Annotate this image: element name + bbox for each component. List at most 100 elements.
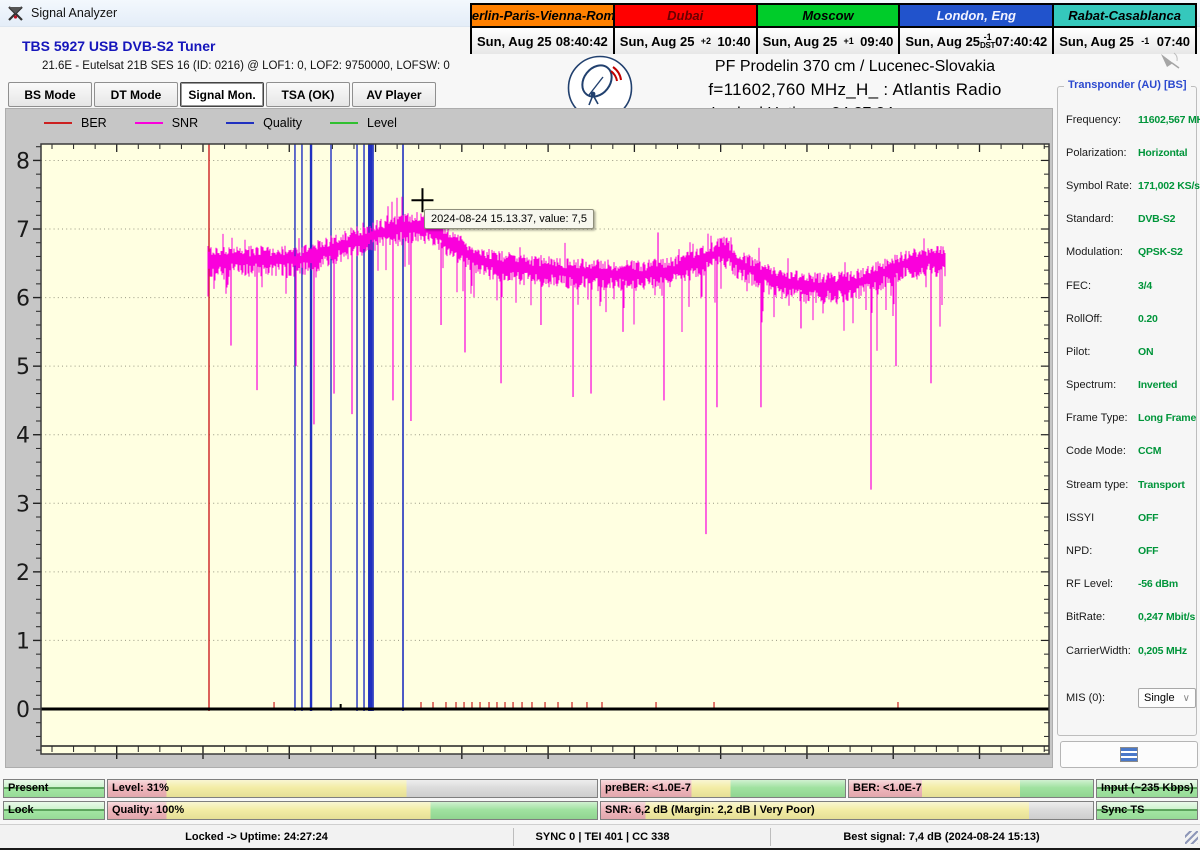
transponder-value: 3/4 bbox=[1138, 280, 1152, 292]
transponder-value: 0,205 MHz bbox=[1138, 645, 1187, 657]
preber-bar: preBER: <1.0E-7 bbox=[600, 779, 846, 798]
clock-date: Sun, Aug 25 bbox=[477, 34, 552, 49]
transponder-row: ISSYIOFF bbox=[1066, 501, 1196, 534]
tuner-info: 21.6E - Eutelsat 21B SES 16 (ID: 0216) @… bbox=[42, 60, 450, 72]
signal-mon-button[interactable]: Signal Mon. bbox=[180, 82, 264, 107]
signal-chart-panel: 012345678 BER SNR Quality Level bbox=[5, 108, 1053, 768]
svg-text:0: 0 bbox=[16, 698, 30, 723]
transponder-value: Transport bbox=[1138, 479, 1185, 491]
transponder-label: BitRate: bbox=[1066, 611, 1138, 623]
snr-swatch bbox=[135, 122, 163, 124]
transponder-label: Pilot: bbox=[1066, 346, 1138, 358]
transponder-label: NPD: bbox=[1066, 545, 1138, 557]
transponder-row: Spectrum:Inverted bbox=[1066, 369, 1196, 402]
satellite-dish-icon bbox=[1157, 52, 1183, 69]
transponder-label: Stream type: bbox=[1066, 479, 1138, 491]
transponder-value: Inverted bbox=[1138, 379, 1177, 391]
clock-offset: -1DST bbox=[980, 33, 995, 50]
mode-buttons: BS Mode DT Mode Signal Mon. TSA (OK) AV … bbox=[8, 82, 436, 107]
clock-city: London, Eng bbox=[900, 5, 1052, 26]
mis-label: MIS (0): bbox=[1066, 692, 1138, 704]
transponder-label: Polarization: bbox=[1066, 147, 1138, 159]
bs-mode-button[interactable]: BS Mode bbox=[8, 82, 92, 107]
transponder-row: Standard:DVB-S2 bbox=[1066, 203, 1196, 236]
mis-row: MIS (0): Single ∨ bbox=[1058, 688, 1196, 708]
list-icon bbox=[1120, 747, 1138, 762]
svg-text:7: 7 bbox=[16, 218, 30, 243]
transponder-row: FEC:3/4 bbox=[1066, 269, 1196, 302]
transponder-value: CCM bbox=[1138, 445, 1161, 457]
chevron-down-icon: ∨ bbox=[1183, 693, 1190, 704]
mis-select[interactable]: Single ∨ bbox=[1138, 688, 1196, 708]
transponder-row: Modulation:QPSK-S2 bbox=[1066, 236, 1196, 269]
level-bar: Level: 31% bbox=[107, 779, 598, 798]
transponder-label: Standard: bbox=[1066, 213, 1138, 225]
transponder-label: CarrierWidth: bbox=[1066, 645, 1138, 657]
clock-time: Sun, Aug 25 -1DST 07:40:42 bbox=[900, 28, 1052, 54]
transponder-row: Pilot:ON bbox=[1066, 335, 1196, 368]
transponder-rows: Frequency:11602,567 MHzPolarization:Hori… bbox=[1058, 87, 1196, 667]
transponder-label: FEC: bbox=[1066, 280, 1138, 292]
status-best-signal: Best signal: 7,4 dB (2024-08-24 15:13) bbox=[770, 825, 1185, 849]
status-divider bbox=[513, 828, 514, 846]
transponder-label: RollOff: bbox=[1066, 313, 1138, 325]
legend-quality: Quality bbox=[226, 116, 302, 130]
present-indicator: Present bbox=[3, 779, 105, 798]
input-indicator: Input (~235 Kbps) bbox=[1096, 779, 1198, 798]
transponder-value: 171,002 KS/s bbox=[1138, 180, 1200, 192]
device-name: TBS 5927 USB DVB-S2 Tuner bbox=[22, 38, 215, 54]
status-divider bbox=[770, 828, 771, 846]
chart-legend: BER SNR Quality Level bbox=[44, 116, 397, 130]
clock-time: Sun, Aug 25 +1 09:40 bbox=[758, 28, 899, 54]
svg-text:5: 5 bbox=[16, 355, 30, 380]
resize-grip[interactable] bbox=[1185, 831, 1198, 844]
mis-value: Single bbox=[1144, 692, 1175, 704]
quality-bar: Quality: 100% bbox=[107, 801, 598, 820]
svg-text:8: 8 bbox=[16, 149, 30, 174]
transponder-panel: Transponder (AU) [BS] Frequency:11602,56… bbox=[1057, 86, 1197, 736]
transponder-title: Transponder (AU) [BS] bbox=[1064, 79, 1191, 91]
transponder-row: Frame Type:Long Frame bbox=[1066, 402, 1196, 435]
clock-time: Sun, Aug 25 -1 07:40 bbox=[1054, 28, 1195, 54]
clock-date: Sun, Aug 25 bbox=[1059, 34, 1134, 49]
transponder-value: ON bbox=[1138, 346, 1153, 358]
clock-date: Sun, Aug 25 bbox=[763, 34, 838, 49]
legend-ber: BER bbox=[44, 116, 107, 130]
frequency-line: f=11602,760 MHz_H_ : Atlantis Radio bbox=[640, 78, 1070, 102]
clock-hhmm: 07:40 bbox=[1157, 34, 1190, 49]
clock-hhmm: 08:40:42 bbox=[556, 34, 608, 49]
transponder-value: Horizontal bbox=[1138, 147, 1187, 159]
clock-hhmm: 07:40:42 bbox=[995, 34, 1047, 49]
clock-date: Sun, Aug 25 bbox=[620, 34, 695, 49]
window-title: Signal Analyzer bbox=[31, 6, 117, 20]
transponder-list-button[interactable] bbox=[1060, 741, 1198, 768]
level-swatch bbox=[330, 122, 358, 124]
transponder-value: 0.20 bbox=[1138, 313, 1158, 325]
transponder-row: Code Mode:CCM bbox=[1066, 435, 1196, 468]
transponder-value: OFF bbox=[1138, 512, 1158, 524]
clock-city: Rabat-Casablanca bbox=[1054, 5, 1195, 26]
transponder-label: RF Level: bbox=[1066, 578, 1138, 590]
clock-hhmm: 09:40 bbox=[860, 34, 893, 49]
transponder-label: Spectrum: bbox=[1066, 379, 1138, 391]
tsa-button[interactable]: TSA (OK) bbox=[266, 82, 350, 107]
site-name: PF Prodelin 370 cm / Lucenec-Slovakia bbox=[640, 56, 1070, 78]
status-bar: Locked -> Uptime: 24:27:24 SYNC 0 | TEI … bbox=[0, 824, 1200, 849]
transponder-row: Frequency:11602,567 MHz bbox=[1066, 103, 1196, 136]
av-player-button[interactable]: AV Player bbox=[352, 82, 436, 107]
clock-city: Dubai bbox=[615, 5, 756, 26]
transponder-row: Symbol Rate:171,002 KS/s bbox=[1066, 169, 1196, 202]
transponder-value: OFF bbox=[1138, 545, 1158, 557]
legend-snr: SNR bbox=[135, 116, 198, 130]
transponder-row: Polarization:Horizontal bbox=[1066, 136, 1196, 169]
status-sync: SYNC 0 | TEI 401 | CC 338 bbox=[513, 825, 770, 849]
clock-date: Sun, Aug 25 bbox=[905, 34, 980, 49]
svg-text:4: 4 bbox=[16, 424, 30, 449]
clock-offset: +1 bbox=[844, 37, 854, 46]
clock-offset: -1 bbox=[1141, 37, 1149, 46]
lock-indicator: Lock bbox=[3, 801, 105, 820]
transponder-label: Frequency: bbox=[1066, 114, 1138, 126]
dt-mode-button[interactable]: DT Mode bbox=[94, 82, 178, 107]
chart-tooltip: 2024-08-24 15.13.37, value: 7,5 bbox=[424, 209, 594, 229]
sync-ts-indicator: Sync TS bbox=[1096, 801, 1198, 820]
